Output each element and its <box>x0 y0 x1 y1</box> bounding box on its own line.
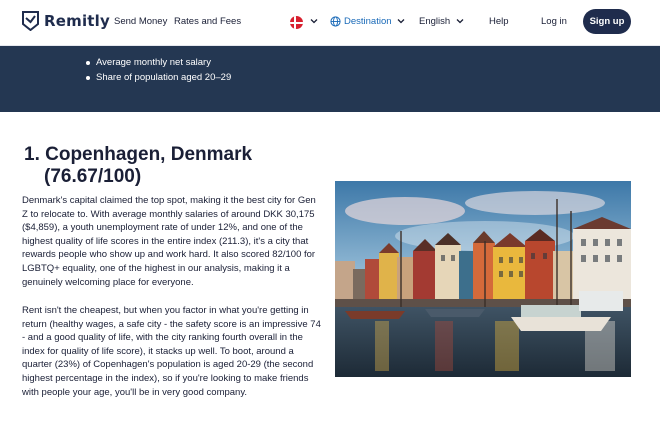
nyhavn-harbor-image <box>335 181 631 377</box>
nav-rates-fees[interactable]: Rates and Fees <box>174 16 241 27</box>
brand-logo[interactable]: Remitly <box>22 11 110 31</box>
remitly-logo-icon <box>22 11 39 31</box>
criteria-list: Average monthly net salary Share of popu… <box>86 55 231 85</box>
criteria-band: Average monthly net salary Share of popu… <box>0 46 660 112</box>
city-score: (76.67/100) <box>44 166 142 187</box>
globe-icon <box>330 16 341 27</box>
destination-selector[interactable]: Destination <box>344 16 392 27</box>
list-item: Average monthly net salary <box>86 55 231 70</box>
list-item: Share of population aged 20–29 <box>86 70 231 85</box>
city-heading: 1. Copenhagen, Denmark <box>24 144 253 165</box>
section-title: 1. Copenhagen, Denmark (76.67/100) <box>24 144 252 188</box>
login-link[interactable]: Log in <box>541 16 567 27</box>
chevron-down-icon[interactable] <box>309 16 319 26</box>
nav-send-money[interactable]: Send Money <box>114 16 167 27</box>
chevron-down-icon[interactable] <box>455 16 465 26</box>
nav-help[interactable]: Help <box>489 16 509 27</box>
chevron-down-icon[interactable] <box>396 16 406 26</box>
copenhagen-photo <box>335 181 631 377</box>
denmark-flag-icon[interactable] <box>290 16 303 29</box>
brand-name: Remitly <box>44 12 110 30</box>
signup-button[interactable]: Sign up <box>583 9 631 34</box>
article-paragraph: Denmark's capital claimed the top spot, … <box>22 195 316 288</box>
language-selector[interactable]: English <box>419 16 450 27</box>
article-paragraph: Rent isn't the cheapest, but when you fa… <box>22 305 321 398</box>
site-header: Remitly Send Money Rates and Fees Destin… <box>0 0 660 46</box>
